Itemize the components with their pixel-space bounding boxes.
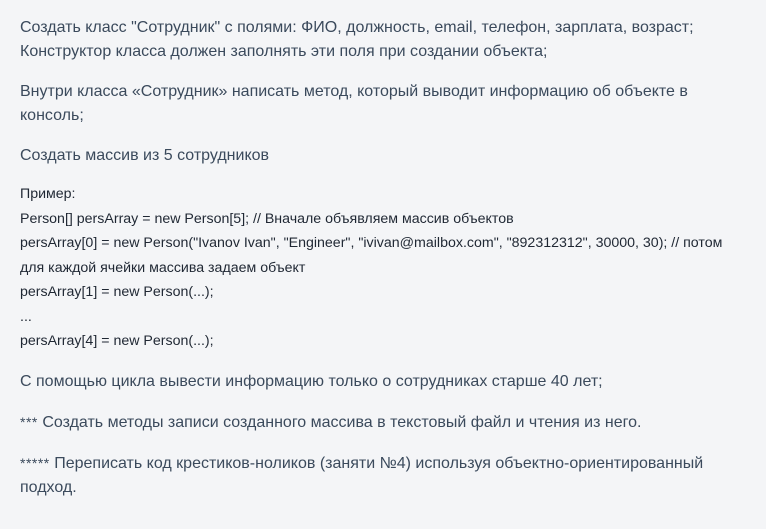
code-example: Пример: Person[] persArray = new Person[… xyxy=(20,182,746,354)
example-heading: Пример: xyxy=(20,186,76,202)
example-line-5: persArray[4] = new Person(...); xyxy=(20,333,214,349)
task-tictactoe-stars: ***** xyxy=(20,454,50,471)
example-line-3: persArray[1] = new Person(...); xyxy=(20,284,214,300)
example-line-1: Person[] persArray = new Person[5]; // В… xyxy=(20,210,514,227)
task-print-method: Внутри класса «Сотрудник» написать метод… xyxy=(20,83,688,124)
task-file-io: *** Создать методы записи созданного мас… xyxy=(20,410,746,435)
task-tictactoe-text: Переписать код крестиков-ноликов (заняти… xyxy=(20,454,704,496)
document-body: Создать класс "Сотрудник" с полями: ФИО,… xyxy=(0,0,766,529)
example-line-4: ... xyxy=(20,308,32,325)
task-tictactoe-oop: ***** Переписать код крестиков-ноликов (… xyxy=(20,451,746,500)
task-file-io-stars: *** xyxy=(20,413,38,430)
task-file-io-text: Создать методы записи созданного массива… xyxy=(42,413,642,431)
task-create-array: Создать массив из 5 сотрудников xyxy=(20,147,270,164)
task-loop-filter: С помощью цикла вывести информацию тольк… xyxy=(20,372,603,390)
task-class-fields: Создать класс "Сотрудник" с полями: ФИО,… xyxy=(20,19,694,60)
example-line-2: persArray[0] = new Person("Ivanov Ivan",… xyxy=(20,235,723,276)
